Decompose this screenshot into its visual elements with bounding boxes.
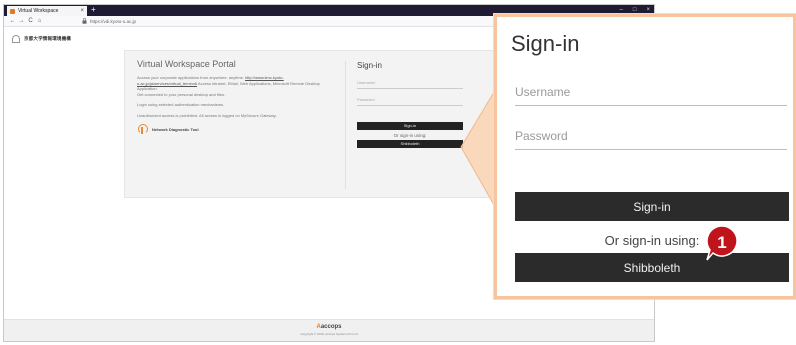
zoom-password-field[interactable]: Password — [515, 129, 787, 150]
forward-icon[interactable]: → — [17, 18, 26, 24]
wifi-logo-icon — [12, 35, 20, 43]
address-text: https://vdi.kyoto-u.ac.jp — [90, 18, 137, 24]
or-signin-text: Or sign-in using: — [393, 133, 427, 138]
zoom-callout: Sign-in Username Password Sign-in Or sig… — [494, 14, 796, 299]
portal-info: Virtual Workspace Portal Access your cor… — [137, 59, 337, 134]
zoom-signin-title: Sign-in — [511, 31, 580, 56]
portal-description: Access your corporate applications from … — [137, 75, 337, 97]
zoom-shibboleth-button[interactable]: Shibboleth — [515, 253, 789, 282]
signin-title: Sign-in — [357, 61, 382, 70]
lock-icon — [82, 18, 87, 24]
zoom-username-field[interactable]: Username — [515, 85, 787, 106]
site-logo: 京都大学情報環境機構 — [12, 35, 71, 43]
zoom-or-signin-text: Or sign-in using: — [604, 233, 700, 248]
accops-logo: Aaccops — [316, 324, 342, 330]
divider — [345, 61, 346, 189]
network-diagnostic-link[interactable]: Network Diagnostic Tool — [137, 124, 337, 134]
signin-button[interactable]: Sign-in — [357, 122, 463, 130]
browser-tab[interactable]: Virtual Workspace × — [7, 6, 87, 16]
tab-close-icon[interactable]: × — [80, 8, 84, 14]
logo-text: 京都大学情報環境機構 — [24, 36, 71, 41]
reload-icon[interactable]: C — [26, 18, 35, 24]
diagnostic-label: Network Diagnostic Tool — [152, 126, 199, 132]
step-badge: 1 — [702, 223, 742, 263]
portal-card: Virtual Workspace Portal Access your cor… — [124, 50, 498, 198]
signin-form: Sign-in Username Password Sign-in Or sig… — [357, 61, 463, 148]
new-tab-button[interactable]: + — [91, 5, 96, 15]
favicon-icon — [10, 8, 15, 14]
shibboleth-button[interactable]: Shibboleth — [357, 140, 463, 148]
tab-title: Virtual Workspace — [18, 8, 59, 14]
copyright-text: Copyright © 2018, Accops Systems Pvt Ltd — [300, 332, 358, 336]
description-1: Access your corporate applications from … — [137, 75, 244, 80]
username-field[interactable]: Username — [357, 80, 463, 89]
badge-number: 1 — [717, 233, 727, 252]
zoom-signin-button[interactable]: Sign-in — [515, 192, 789, 221]
address-bar[interactable]: https://vdi.kyoto-u.ac.jp — [82, 18, 136, 24]
portal-title: Virtual Workspace Portal — [137, 59, 236, 69]
warning-text: Unauthorized access is prohibited. All a… — [137, 112, 277, 118]
page-footer: Aaccops Copyright © 2018, Accops Systems… — [4, 319, 654, 341]
home-icon[interactable]: ⌂ — [35, 18, 44, 24]
password-field[interactable]: Password — [357, 97, 463, 106]
back-icon[interactable]: ← — [8, 18, 17, 24]
antenna-icon — [137, 124, 148, 134]
